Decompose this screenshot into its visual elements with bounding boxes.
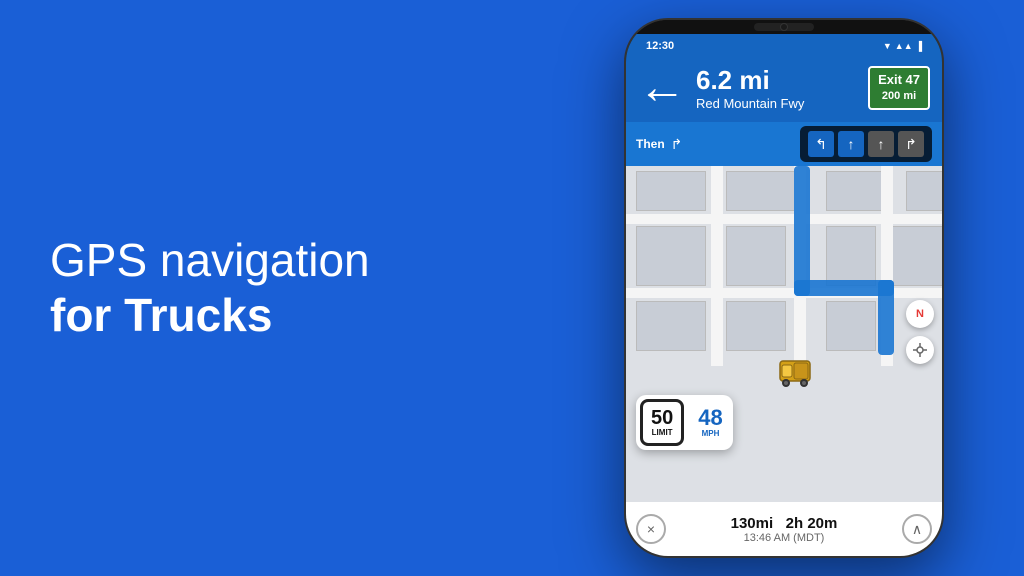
route-duration: 2h 20m <box>786 515 838 532</box>
turn-arrow-icon: ← <box>638 64 686 112</box>
nav-info: 6.2 mi Red Mountain Fwy <box>696 65 858 111</box>
city-block <box>636 301 706 351</box>
lane-straight-2: ↑ <box>868 131 894 157</box>
status-bar: 12:30 ▼ ▲▲ ▐ <box>626 34 942 56</box>
map-canvas <box>626 166 942 502</box>
speed-limit-sign: 50 LIMIT <box>640 399 684 446</box>
exit-number: Exit 47 <box>878 72 920 89</box>
city-block <box>636 226 706 286</box>
lane-left-turn: ↰ <box>808 131 834 157</box>
route-summary: 130mi 2h 20m 13:46 AM (MDT) <box>731 515 838 544</box>
cancel-icon: × <box>647 521 655 537</box>
route-segment-1 <box>794 166 810 296</box>
city-block <box>891 226 942 286</box>
wifi-icon: ▼ <box>883 41 892 51</box>
expand-icon: ∧ <box>912 521 922 538</box>
compass-label: N <box>916 308 924 320</box>
status-time: 12:30 <box>646 40 674 52</box>
city-block <box>826 171 886 211</box>
battery-icon: ▐ <box>916 41 922 51</box>
nav-distance: 6.2 mi <box>696 65 858 96</box>
city-block <box>826 226 876 286</box>
city-block <box>906 171 942 211</box>
route-eta: 13:46 AM (MDT) <box>731 532 838 544</box>
cancel-button[interactable]: × <box>636 514 666 544</box>
current-speed: 48 MPH <box>688 401 732 444</box>
lane-right-turn: ↱ <box>898 131 924 157</box>
nav-header: ← 6.2 mi Red Mountain Fwy Exit 47 200 mi <box>626 56 942 122</box>
nav-street: Red Mountain Fwy <box>696 96 858 111</box>
phone-wrapper: 12:30 ▼ ▲▲ ▐ ← 6.2 mi Red Mountain Fwy E… <box>544 0 1024 576</box>
then-arrow-icon: ↱ <box>671 136 683 153</box>
headline-line2: for Trucks <box>50 289 272 341</box>
map-area: N <box>626 166 942 502</box>
truck-svg <box>770 341 820 391</box>
speed-number: 48 <box>698 407 722 429</box>
speed-unit: MPH <box>698 429 722 438</box>
city-block <box>826 301 876 351</box>
status-icons: ▼ ▲▲ ▐ <box>883 41 922 51</box>
road-horizontal <box>626 288 942 298</box>
phone-notch <box>626 20 942 34</box>
route-main: 130mi 2h 20m <box>731 515 838 532</box>
exit-sign: Exit 47 200 mi <box>868 66 930 109</box>
speed-display: 50 LIMIT 48 MPH <box>636 395 733 450</box>
phone: 12:30 ▼ ▲▲ ▐ ← 6.2 mi Red Mountain Fwy E… <box>624 18 944 558</box>
bottom-bar: × 130mi 2h 20m 13:46 AM (MDT) ∧ <box>626 502 942 556</box>
speed-limit-number: 50 <box>651 408 673 428</box>
recenter-icon <box>913 343 927 357</box>
then-bar: Then ↱ ↰ ↑ ↑ ↱ <box>626 122 942 166</box>
headline: GPS navigation for Trucks <box>50 233 494 343</box>
left-panel: GPS navigation for Trucks <box>0 173 544 403</box>
camera-dot <box>780 23 788 31</box>
road-horizontal <box>626 214 942 224</box>
truck-icon <box>770 341 810 381</box>
route-segment-3 <box>878 280 894 355</box>
lane-indicators: ↰ ↑ ↑ ↱ <box>800 126 932 162</box>
signal-icon: ▲▲ <box>895 41 913 51</box>
headline-line1: GPS navigation <box>50 234 370 286</box>
exit-distance: 200 mi <box>878 89 920 103</box>
route-distance: 130mi <box>731 515 774 532</box>
expand-button[interactable]: ∧ <box>902 514 932 544</box>
lane-straight-1: ↑ <box>838 131 864 157</box>
city-block <box>726 226 786 286</box>
speed-limit-label: LIMIT <box>651 428 673 437</box>
city-block <box>636 171 706 211</box>
road-vertical <box>711 166 723 366</box>
then-label: Then <box>636 137 665 151</box>
